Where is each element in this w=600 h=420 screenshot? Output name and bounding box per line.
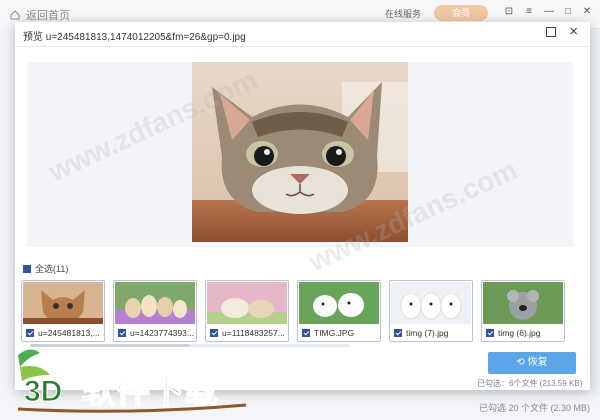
- select-all-checkbox[interactable]: 全选(11): [23, 262, 68, 275]
- thumbnail-image: [23, 282, 103, 324]
- thumbnail-item[interactable]: timg (6).jpg: [481, 280, 565, 342]
- thumbnail-checkbox[interactable]: [210, 329, 218, 337]
- preview-image: [192, 62, 408, 242]
- thumbnail-filename: u=1118483257...: [222, 328, 285, 338]
- svg-text:3D: 3D: [24, 375, 62, 408]
- thumbnail-item[interactable]: u=1423774393...: [113, 280, 197, 342]
- thumbnail-checkbox[interactable]: [118, 329, 126, 337]
- thumbnail-item[interactable]: u=245481813,...: [21, 280, 105, 342]
- thumbnail-image: [391, 282, 471, 324]
- image-preview-area: [27, 62, 573, 247]
- thumbnail-item[interactable]: timg (7).jpg: [389, 280, 473, 342]
- svg-text:软件下载: 软件下载: [82, 372, 218, 412]
- thumbnail-checkbox[interactable]: [26, 329, 34, 337]
- selected-count-text: 已勾选：6个文件 (213.59 KB): [477, 379, 583, 388]
- thumbnail-checkbox[interactable]: [486, 329, 494, 337]
- select-all-box[interactable]: [23, 264, 31, 273]
- select-all-label: 全选(11): [35, 264, 69, 274]
- close-icon[interactable]: ✕: [581, 6, 593, 18]
- thumbnail-filename: TIMG.JPG: [314, 328, 355, 338]
- close-dialog-icon[interactable]: ×: [569, 23, 578, 40]
- thumbnail-filename: u=245481813,...: [38, 328, 100, 338]
- menu-icon[interactable]: ≡: [523, 6, 535, 18]
- maximize-dialog-icon[interactable]: [546, 27, 556, 37]
- home-link[interactable]: 返回首页: [10, 7, 70, 23]
- thumbnail-filename: timg (7).jpg: [406, 328, 449, 338]
- dialog-titlebar: 预览 u=245481813,1474012205&fm=26&gp=0.jpg…: [15, 22, 590, 47]
- feedback-icon[interactable]: ⊡: [503, 6, 515, 18]
- thumbnail-checkbox[interactable]: [394, 329, 402, 337]
- thumbnail-strip: u=245481813,... u=1423774393... u=111848…: [21, 280, 581, 342]
- thumbnail-image: [207, 282, 287, 324]
- maximize-icon[interactable]: □: [562, 6, 574, 18]
- minimize-icon[interactable]: —: [543, 6, 555, 18]
- home-label: 返回首页: [26, 10, 70, 22]
- restore-icon: ⟲: [516, 357, 525, 368]
- thumbnail-image: [483, 282, 563, 324]
- home-icon: [10, 10, 20, 20]
- thumbnail-image: [115, 282, 195, 324]
- thumbnail-image: [299, 282, 379, 324]
- restore-button[interactable]: ⟲ 恢复: [488, 352, 576, 374]
- dialog-title: 预览 u=245481813,1474012205&fm=26&gp=0.jpg: [23, 32, 246, 43]
- thumbnail-checkbox[interactable]: [302, 329, 310, 337]
- preview-dialog: 预览 u=245481813,1474012205&fm=26&gp=0.jpg…: [15, 22, 590, 390]
- thumbnail-item[interactable]: u=1118483257...: [205, 280, 289, 342]
- brand-logo: 3D 软件下载: [10, 345, 250, 415]
- status-text: 已勾选 20 个文件 (2.30 MB): [478, 403, 590, 413]
- online-service-link[interactable]: 在线服务: [385, 7, 421, 20]
- vip-button[interactable]: 会员: [434, 5, 488, 21]
- thumbnail-item[interactable]: TIMG.JPG: [297, 280, 381, 342]
- thumbnail-filename: timg (6).jpg: [498, 328, 541, 338]
- thumbnail-filename: u=1423774393...: [129, 328, 194, 338]
- restore-label: 恢复: [527, 357, 548, 368]
